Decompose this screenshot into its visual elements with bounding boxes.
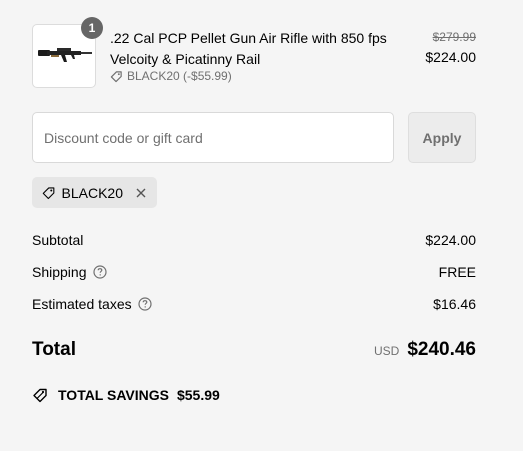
- taxes-help-icon[interactable]: [138, 297, 152, 311]
- shipping-label-group: Shipping: [32, 264, 107, 280]
- savings-label: TOTAL SAVINGS: [58, 387, 169, 403]
- product-discount-label: BLACK20 (-$55.99): [127, 69, 232, 83]
- shipping-value: FREE: [438, 264, 476, 280]
- line-item: 1 .22 Cal PCP Pellet Gun Air Rifle with …: [32, 17, 476, 88]
- subtotal-row: Subtotal $224.00: [32, 230, 476, 250]
- applied-discount-tag: BLACK20: [32, 177, 157, 208]
- total-row: Total USD $240.46: [32, 337, 476, 363]
- tag-icon: [42, 186, 55, 199]
- savings-amount: $55.99: [176, 387, 220, 403]
- total-savings: TOTAL SAVINGS $55.99: [32, 385, 220, 405]
- total-label: Total: [32, 339, 76, 360]
- taxes-row: Estimated taxes $16.46: [32, 294, 476, 314]
- close-icon: [136, 188, 146, 197]
- taxes-label: Estimated taxes: [32, 296, 132, 312]
- quantity-badge: 1: [81, 17, 103, 39]
- applied-code-label: BLACK20: [61, 184, 123, 201]
- remove-discount-button[interactable]: [135, 187, 147, 199]
- total-amount: $240.46: [407, 339, 476, 360]
- subtotal-label: Subtotal: [32, 232, 84, 248]
- product-title: .22 Cal PCP Pellet Gun Air Rifle with 85…: [110, 30, 387, 67]
- savings-tag-icon: [33, 388, 47, 403]
- taxes-value: $16.46: [433, 296, 476, 312]
- product-discount: BLACK20 (-$55.99): [110, 69, 232, 83]
- apply-button[interactable]: Apply: [408, 112, 476, 163]
- order-summary: 1 .22 Cal PCP Pellet Gun Air Rifle with …: [32, 0, 476, 451]
- taxes-label-group: Estimated taxes: [32, 296, 152, 312]
- original-price: $279.99: [432, 30, 476, 44]
- shipping-help-icon[interactable]: [92, 265, 107, 279]
- subtotal-value: $224.00: [425, 232, 476, 248]
- tag-icon: [110, 70, 122, 82]
- shipping-label: Shipping: [32, 264, 87, 280]
- rifle-image: [38, 48, 92, 62]
- line-price: $224.00: [425, 49, 476, 65]
- discount-code-input[interactable]: [32, 112, 394, 163]
- currency-code: USD: [373, 344, 400, 358]
- total-amount-group: USD $240.46: [374, 339, 476, 361]
- shipping-row: Shipping FREE: [32, 262, 476, 282]
